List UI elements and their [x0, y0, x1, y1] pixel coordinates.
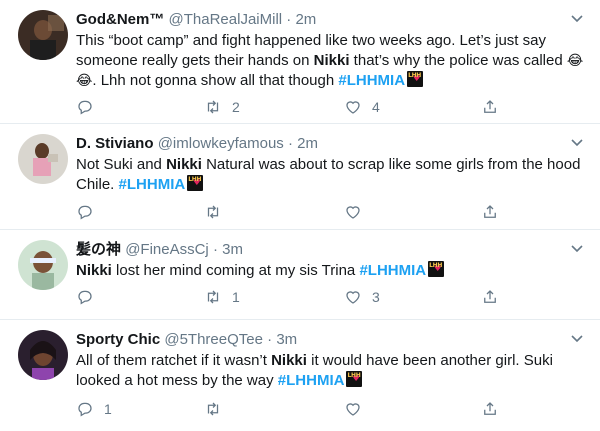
avatar-image	[18, 240, 68, 290]
tweet-text: Nikki lost her mind coming at my sis Tri…	[76, 256, 586, 281]
hashtag-link[interactable]: #LHHMIA	[338, 72, 405, 89]
separator-dot: ·	[286, 11, 292, 28]
like-button[interactable]: 4	[344, 98, 380, 116]
text-segment: that’s why the police was called	[349, 52, 567, 69]
timestamp[interactable]: 2m	[297, 135, 318, 152]
user-handle[interactable]: @ThaRealJaiMill	[169, 11, 283, 28]
share-icon	[484, 100, 496, 113]
share-icon	[484, 402, 496, 415]
display-name[interactable]: Sporty Chic	[76, 331, 160, 348]
hashflag-icon	[407, 66, 424, 89]
retweet-icon	[207, 290, 219, 304]
tweet-text: Not Suki and Nikki Natural was about to …	[76, 155, 586, 195]
like-button[interactable]: 3	[344, 288, 380, 306]
reply-button[interactable]: 1	[76, 400, 112, 418]
tweet-actions: 2 4	[76, 98, 506, 118]
user-handle[interactable]: @5ThreeQTee	[164, 331, 263, 348]
reply-count: 1	[104, 401, 112, 417]
heart-icon	[346, 403, 360, 416]
avatar[interactable]	[18, 134, 68, 184]
avatar[interactable]	[18, 10, 68, 60]
heart-icon	[346, 291, 360, 304]
retweet-count: 2	[232, 99, 240, 115]
tweet-actions: 1	[76, 400, 506, 420]
user-handle[interactable]: @FineAssCj	[125, 241, 209, 258]
tweet-header: D. Stiviano @imlowkeyfamous · 2m	[76, 134, 586, 154]
hashflag-icon	[187, 170, 204, 193]
like-button[interactable]	[344, 400, 372, 418]
tweet-text: All of them ratchet if it wasn’t Nikki i…	[76, 351, 586, 391]
separator-dot: ·	[267, 331, 273, 348]
text-highlight: Nikki	[76, 262, 112, 279]
share-button[interactable]	[481, 203, 499, 221]
hashflag-icon	[428, 256, 445, 279]
avatar[interactable]	[18, 240, 68, 290]
text-highlight: Nikki	[271, 352, 307, 369]
reply-button[interactable]	[76, 288, 94, 306]
share-icon	[484, 290, 496, 303]
text-segment: lost her mind coming at my sis Trina	[111, 262, 360, 279]
retweet-icon	[207, 100, 219, 114]
tweet-actions: 1 3	[76, 288, 506, 308]
hashtag-link[interactable]: #LHHMIA	[359, 262, 426, 279]
hashtag-link[interactable]: #LHHMIA	[278, 372, 345, 389]
text-segment: All of them ratchet if it wasn’t	[76, 352, 272, 369]
reply-button[interactable]	[76, 98, 94, 116]
retweet-button[interactable]	[204, 203, 232, 221]
text-highlight: Nikki	[313, 52, 350, 69]
separator-dot: ·	[287, 135, 293, 152]
timestamp[interactable]: 3m	[276, 331, 297, 348]
retweet-button[interactable]	[204, 400, 232, 418]
chevron-down-icon[interactable]	[570, 136, 584, 150]
retweet-icon	[207, 402, 219, 416]
like-count: 3	[372, 289, 380, 305]
timestamp[interactable]: 2m	[295, 11, 316, 28]
reply-icon	[78, 402, 92, 417]
user-handle[interactable]: @imlowkeyfamous	[158, 135, 284, 152]
tweet-header: Sporty Chic @5ThreeQTee · 3m	[76, 330, 586, 350]
avatar-image	[18, 134, 68, 184]
retweet-icon	[207, 205, 219, 219]
reply-icon	[78, 205, 92, 220]
share-button[interactable]	[481, 400, 499, 418]
chevron-down-icon[interactable]	[570, 12, 584, 26]
heart-icon	[346, 101, 360, 114]
reply-icon	[78, 290, 92, 305]
like-button[interactable]	[344, 203, 372, 221]
tweet-2[interactable]: D. Stiviano @imlowkeyfamous · 2m Not Suk…	[0, 124, 600, 230]
share-button[interactable]	[481, 288, 499, 306]
chevron-down-icon[interactable]	[570, 332, 584, 346]
tweet-3[interactable]: 髪の神 @FineAssCj · 3m Nikki lost her mind …	[0, 230, 600, 320]
text-segment: . Lhh not gonna show all that though	[92, 72, 339, 89]
avatar-image	[18, 330, 68, 380]
reply-button[interactable]	[76, 203, 94, 221]
display-name[interactable]: D. Stiviano	[76, 135, 154, 152]
heart-icon	[346, 206, 360, 219]
share-button[interactable]	[481, 98, 499, 116]
avatar[interactable]	[18, 330, 68, 380]
tweet-4[interactable]: Sporty Chic @5ThreeQTee · 3m All of them…	[0, 320, 600, 431]
separator-dot: ·	[212, 241, 218, 258]
text-segment: Not Suki and	[76, 156, 167, 173]
hashflag-icon	[346, 366, 363, 389]
like-count: 4	[372, 99, 380, 115]
retweet-button[interactable]: 2	[204, 98, 240, 116]
tweet-header: God&Nem™ @ThaRealJaiMill · 2m	[76, 10, 586, 30]
chevron-down-icon[interactable]	[570, 242, 584, 256]
tweet-text: This “boot camp” and fight happened like…	[76, 31, 586, 91]
retweet-count: 1	[232, 289, 240, 305]
display-name[interactable]: 髪の神	[76, 241, 121, 258]
reply-icon	[78, 100, 92, 115]
tweet-actions	[76, 203, 506, 223]
timestamp[interactable]: 3m	[222, 241, 243, 258]
display-name[interactable]: God&Nem™	[76, 11, 164, 28]
retweet-button[interactable]: 1	[204, 288, 240, 306]
tweet-header: 髪の神 @FineAssCj · 3m	[76, 240, 586, 260]
share-icon	[484, 205, 496, 218]
avatar-image	[18, 10, 68, 60]
hashtag-link[interactable]: #LHHMIA	[119, 176, 186, 193]
tweet-1[interactable]: God&Nem™ @ThaRealJaiMill · 2m This “boot…	[0, 0, 600, 124]
